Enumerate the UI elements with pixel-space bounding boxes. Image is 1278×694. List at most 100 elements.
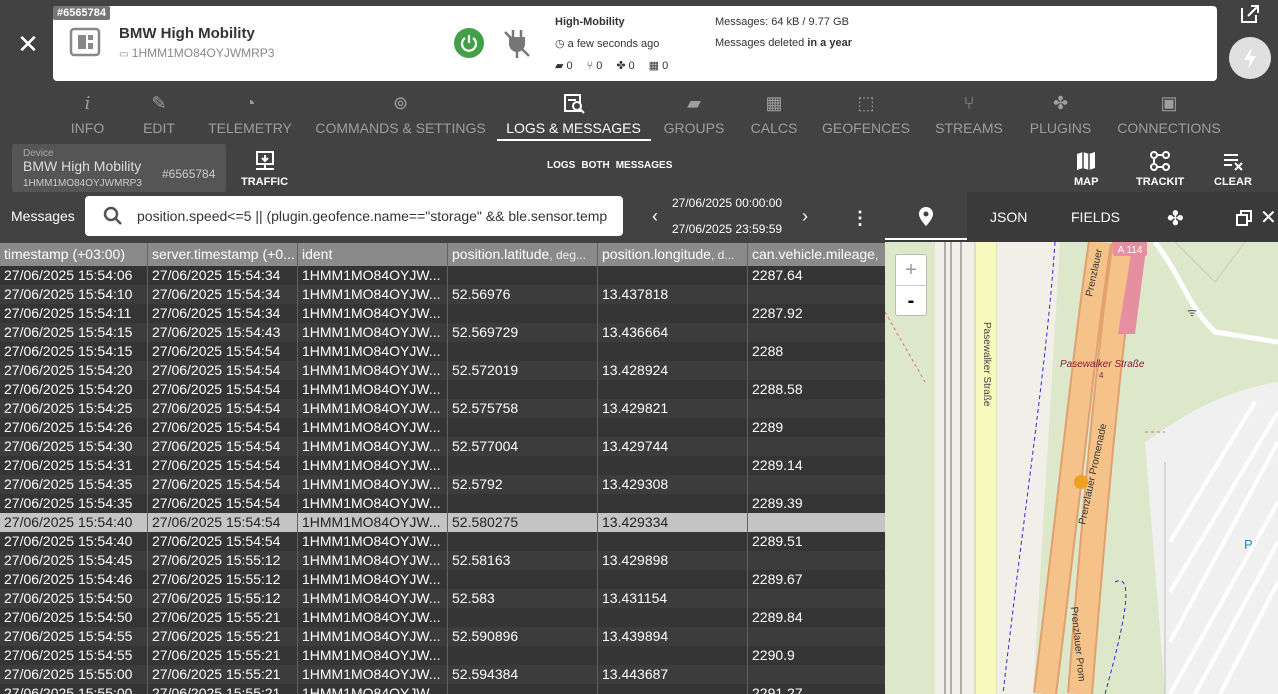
table-row[interactable]: 27/06/2025 15:54:55 27/06/2025 15:55:21 1H… <box>0 627 885 646</box>
zoom-in-button[interactable]: + <box>896 255 926 285</box>
close-icon[interactable]: ✕ <box>14 30 42 58</box>
column-header[interactable]: position.latitude, deg... <box>448 243 598 266</box>
table-cell: 2287.64 <box>752 267 803 283</box>
search-query: position.speed<=5 || (plugin.geofence.na… <box>137 208 608 224</box>
table-row[interactable]: 27/06/2025 15:54:55 27/06/2025 15:55:21 1H… <box>0 646 885 665</box>
table-cell: 27/06/2025 15:54:34 <box>148 266 298 285</box>
table-cell: 1HMM1MO84OYJW... <box>298 304 448 323</box>
table-row[interactable]: 27/06/2025 15:54:25 27/06/2025 15:54:54 1H… <box>0 399 885 418</box>
tab-telemetry[interactable]: ◔ TELEMETRY <box>208 88 292 142</box>
table-row[interactable]: 27/06/2025 15:54:50 27/06/2025 15:55:12 1H… <box>0 589 885 608</box>
mode-both[interactable]: BOTH <box>581 160 609 171</box>
tab-edit[interactable]: ✎ EDIT <box>143 88 175 142</box>
mode-messages[interactable]: MESSAGES <box>616 160 673 171</box>
table-row[interactable]: 27/06/2025 15:54:26 27/06/2025 15:54:54 1H… <box>0 418 885 437</box>
map-button[interactable]: MAP <box>1074 150 1098 188</box>
table-cell <box>748 285 885 304</box>
column-header[interactable]: server.timestamp (+0... <box>148 243 298 266</box>
clear-button[interactable]: CLEAR <box>1214 150 1252 188</box>
table-row[interactable]: 27/06/2025 15:54:15 27/06/2025 15:54:54 1H… <box>0 342 885 361</box>
search-input[interactable]: position.speed<=5 || (plugin.geofence.na… <box>85 196 623 236</box>
table-row[interactable]: 27/06/2025 15:54:35 27/06/2025 15:54:54 1H… <box>0 494 885 513</box>
table-row[interactable]: 27/06/2025 15:54:06 27/06/2025 15:54:34 1H… <box>0 266 885 285</box>
chevron-right-icon[interactable]: › <box>802 206 808 227</box>
right-panel-tabs: JSON FIELDS ✤ ✕ <box>885 192 1278 242</box>
tab-logs-messages[interactable]: LOGS & MESSAGES <box>506 88 641 142</box>
trackit-icon <box>1150 151 1171 171</box>
tab-geofences[interactable]: ⬚ GEOFENCES <box>822 88 910 142</box>
table-row[interactable]: 27/06/2025 15:54:15 27/06/2025 15:54:43 1H… <box>0 323 885 342</box>
column-unit: , d... <box>710 248 735 262</box>
device-chip[interactable]: Device BMW High Mobility 1HMM1MO84OYJWMR… <box>12 144 226 192</box>
date-to[interactable]: 27/06/2025 23:59:59 <box>672 222 782 236</box>
table-cell <box>598 608 748 627</box>
table-cell <box>448 570 598 589</box>
column-header[interactable]: ident <box>298 243 448 266</box>
table-cell: 52.580275 <box>448 513 598 532</box>
main-tabs: i INFO ✎ EDIT ◔ TELEMETRY ⊚ COMMANDS & S… <box>0 88 1278 144</box>
tab-fields[interactable]: FIELDS <box>1071 209 1120 225</box>
table-cell: 27/06/2025 15:54:15 <box>0 323 148 342</box>
close-icon[interactable]: ✕ <box>1260 205 1277 230</box>
active-tab-indicator <box>497 139 651 141</box>
table-cell: 1HMM1MO84OYJW... <box>298 494 448 513</box>
table-cell: 27/06/2025 15:54:11 <box>0 304 148 323</box>
puzzle-icon[interactable]: ✤ <box>1167 206 1184 231</box>
table-row[interactable]: 27/06/2025 15:55:00 27/06/2025 15:55:21 1H… <box>0 684 885 694</box>
table-cell: 13.443687 <box>598 665 748 684</box>
date-from[interactable]: 27/06/2025 00:00:00 <box>672 196 782 210</box>
table-cell: 27/06/2025 15:54:15 <box>0 342 148 361</box>
table-cell: 27/06/2025 15:54:50 <box>0 589 148 608</box>
table-row[interactable]: 27/06/2025 15:54:30 27/06/2025 15:54:54 1H… <box>0 437 885 456</box>
table-cell: 27/06/2025 15:55:21 <box>148 608 298 627</box>
traffic-button[interactable]: TRAFFIC <box>241 150 288 188</box>
table-row[interactable]: 27/06/2025 15:55:00 27/06/2025 15:55:21 1H… <box>0 665 885 684</box>
trackit-button[interactable]: TRACKIT <box>1136 150 1184 188</box>
table-row[interactable]: 27/06/2025 15:54:11 27/06/2025 15:54:34 1H… <box>0 304 885 323</box>
table-row[interactable]: 27/06/2025 15:54:46 27/06/2025 15:55:12 1H… <box>0 570 885 589</box>
table-cell <box>448 266 598 285</box>
column-header[interactable]: timestamp (+03:00) <box>0 243 148 266</box>
table-cell <box>748 513 885 532</box>
tab-json[interactable]: JSON <box>990 209 1027 225</box>
table-cell <box>748 589 885 608</box>
map-view[interactable]: A 114 ᯤ Pasewalker Straße Pasewalker Str… <box>885 242 1278 694</box>
table-row[interactable]: 27/06/2025 15:54:45 27/06/2025 15:55:12 1H… <box>0 551 885 570</box>
tab-plugins[interactable]: ✤ PLUGINS <box>1030 88 1091 142</box>
table-row[interactable]: 27/06/2025 15:54:10 27/06/2025 15:54:34 1H… <box>0 285 885 304</box>
tab-connections[interactable]: ▣ CONNECTIONS <box>1117 88 1220 142</box>
tab-streams[interactable]: ⑂ STREAMS <box>935 88 1003 142</box>
table-row[interactable]: 27/06/2025 15:54:35 27/06/2025 15:54:54 1H… <box>0 475 885 494</box>
counter-folder: ▰ 0 <box>555 59 573 73</box>
table-row[interactable]: 27/06/2025 15:54:31 27/06/2025 15:54:54 1H… <box>0 456 885 475</box>
zoom-out-button[interactable]: - <box>896 285 926 315</box>
table-cell: 2289.84 <box>752 609 803 625</box>
tab-map-location[interactable] <box>885 192 967 240</box>
column-header[interactable]: can.vehicle.mileage, <box>748 243 885 266</box>
counter-calcs: ▦ 0 <box>649 59 669 73</box>
table-cell <box>598 570 748 589</box>
messages-label: Messages <box>11 208 75 224</box>
table-row[interactable]: 27/06/2025 15:54:40 27/06/2025 15:54:54 1H… <box>0 532 885 551</box>
tab-groups[interactable]: ▰ GROUPS <box>664 88 725 142</box>
power-button[interactable] <box>454 28 484 58</box>
table-cell: 27/06/2025 15:54:31 <box>0 456 148 475</box>
tab-calcs[interactable]: ▦ CALCS <box>751 88 798 142</box>
table-cell: 13.429898 <box>598 551 748 570</box>
table-cell: 13.429334 <box>598 513 748 532</box>
chevron-left-icon[interactable]: ‹ <box>652 206 658 227</box>
table-row[interactable]: 27/06/2025 15:54:20 27/06/2025 15:54:54 1H… <box>0 361 885 380</box>
table-row[interactable]: 27/06/2025 15:54:40 27/06/2025 15:54:54 1H… <box>0 513 885 532</box>
mode-logs[interactable]: LOGS <box>547 160 575 171</box>
tab-commands-settings[interactable]: ⊚ COMMANDS & SETTINGS <box>315 88 485 142</box>
more-vert-icon[interactable]: ⋮ <box>851 208 869 229</box>
tab-info[interactable]: i INFO <box>71 88 104 142</box>
restore-window-icon[interactable] <box>1235 209 1253 227</box>
table-row[interactable]: 27/06/2025 15:54:50 27/06/2025 15:55:21 1H… <box>0 608 885 627</box>
device-id-badge: #6565784 <box>53 6 110 20</box>
bolt-button[interactable] <box>1229 37 1271 79</box>
table-cell: 1HMM1MO84OYJW... <box>298 551 448 570</box>
column-header[interactable]: position.longitude, d... <box>598 243 748 266</box>
table-row[interactable]: 27/06/2025 15:54:20 27/06/2025 15:54:54 1H… <box>0 380 885 399</box>
open-external-icon[interactable] <box>1238 2 1262 26</box>
